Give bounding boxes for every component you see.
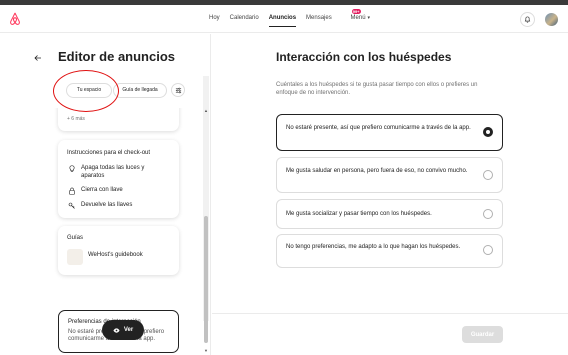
nav-item-mensajes-label: Mensajes bbox=[306, 15, 332, 21]
checkout-item: Devuelve las llaves bbox=[67, 201, 132, 210]
option-label: Me gusta socializar y pasar tiempo con l… bbox=[286, 211, 432, 217]
radio-unselected[interactable] bbox=[483, 245, 493, 255]
footer-divider bbox=[212, 313, 568, 314]
messages-badge: 99+ bbox=[351, 9, 361, 14]
guidebook-name: WeHost's guidebook bbox=[88, 252, 143, 258]
section-description: Cuéntales a los huéspedes si te gusta pa… bbox=[276, 82, 478, 96]
tab-guia-de-llegada[interactable]: Guía de llegada bbox=[113, 83, 167, 98]
previous-card[interactable]: + 6 más bbox=[58, 108, 179, 131]
nav-item-mensajes[interactable]: Mensajes 99+ bbox=[306, 9, 361, 21]
option-label: No tengo preferencias, me adapto a lo qu… bbox=[286, 244, 461, 250]
page-title: Editor de anuncios bbox=[58, 49, 176, 64]
scroll-down-arrow-icon[interactable]: ▼ bbox=[204, 348, 208, 353]
listing-editor-panel: Editor de anuncios Tu espacio Guía de ll… bbox=[0, 34, 211, 355]
view-button-label: Ver bbox=[123, 327, 134, 333]
chevron-down-icon: ▾ bbox=[367, 15, 371, 21]
radio-selected[interactable] bbox=[483, 127, 493, 137]
filter-icon bbox=[175, 87, 181, 93]
save-button[interactable]: Guardar bbox=[462, 326, 503, 343]
guest-interaction-panel: Interacción con los huéspedes Cuéntales … bbox=[212, 34, 568, 355]
checkout-card-title: Instrucciones para el check-out bbox=[67, 150, 151, 156]
notifications-button[interactable] bbox=[520, 12, 535, 27]
avatar[interactable] bbox=[545, 13, 558, 26]
section-title: Interacción con los huéspedes bbox=[276, 50, 452, 64]
option-label: Me gusta saludar en persona, pero fuera … bbox=[286, 168, 468, 174]
option-label: No estaré presente, así que prefiero com… bbox=[286, 125, 471, 131]
top-navigation-bar: Hoy Calendario Anuncios Mensajes 99+ Menú… bbox=[0, 5, 568, 33]
annotation-circle bbox=[53, 70, 119, 112]
lightbulb-icon bbox=[67, 164, 76, 173]
option-saludar-en-persona[interactable]: Me gusta saludar en persona, pero fuera … bbox=[276, 157, 503, 193]
option-socializar[interactable]: Me gusta socializar y pasar tiempo con l… bbox=[276, 199, 503, 229]
guidebook-thumbnail bbox=[67, 249, 83, 265]
scroll-up-arrow-icon[interactable]: ▲ bbox=[204, 108, 208, 113]
settings-button[interactable] bbox=[171, 83, 185, 97]
radio-unselected[interactable] bbox=[483, 209, 493, 219]
option-no-presente[interactable]: No estaré presente, así que prefiero com… bbox=[276, 114, 503, 151]
eye-icon bbox=[113, 327, 120, 333]
nav-item-menu-label: Menú bbox=[350, 15, 366, 21]
lock-icon bbox=[67, 186, 76, 195]
airbnb-logo-icon[interactable] bbox=[8, 12, 22, 26]
main-nav: Hoy Calendario Anuncios Mensajes 99+ Menú… bbox=[209, 9, 371, 27]
nav-item-anuncios[interactable]: Anuncios bbox=[268, 15, 297, 27]
option-sin-preferencias[interactable]: No tengo preferencias, me adapto a lo qu… bbox=[276, 234, 503, 268]
nav-item-menu[interactable]: Menú ▾ bbox=[351, 15, 371, 21]
cards-scroll-area[interactable]: + 6 más Instrucciones para el check-out … bbox=[0, 108, 205, 354]
nav-item-hoy[interactable]: Hoy bbox=[209, 15, 220, 21]
view-button[interactable]: Ver bbox=[102, 320, 144, 340]
back-arrow-icon bbox=[34, 55, 41, 61]
radio-unselected[interactable] bbox=[483, 170, 493, 180]
keys-icon bbox=[67, 201, 76, 210]
more-items-label: + 6 más bbox=[67, 116, 85, 122]
bell-icon bbox=[524, 16, 531, 23]
guides-card-title: Guías bbox=[67, 235, 84, 241]
checkout-item: Cierra con llave bbox=[67, 186, 123, 195]
checkout-item-label: Devuelve las llaves bbox=[81, 202, 133, 208]
checkout-item-label: Cierra con llave bbox=[81, 187, 123, 193]
checkout-item: Apaga todas las luces y aparatos bbox=[67, 164, 167, 180]
back-button[interactable] bbox=[31, 51, 45, 65]
nav-item-calendario[interactable]: Calendario bbox=[230, 15, 259, 21]
scrollbar-thumb[interactable] bbox=[204, 216, 208, 343]
checkout-instructions-card[interactable]: Instrucciones para el check-out Apaga to… bbox=[58, 140, 179, 218]
checkout-item-label: Apaga todas las luces y aparatos bbox=[81, 165, 145, 179]
guides-card[interactable]: Guías WeHost's guidebook bbox=[58, 226, 179, 275]
